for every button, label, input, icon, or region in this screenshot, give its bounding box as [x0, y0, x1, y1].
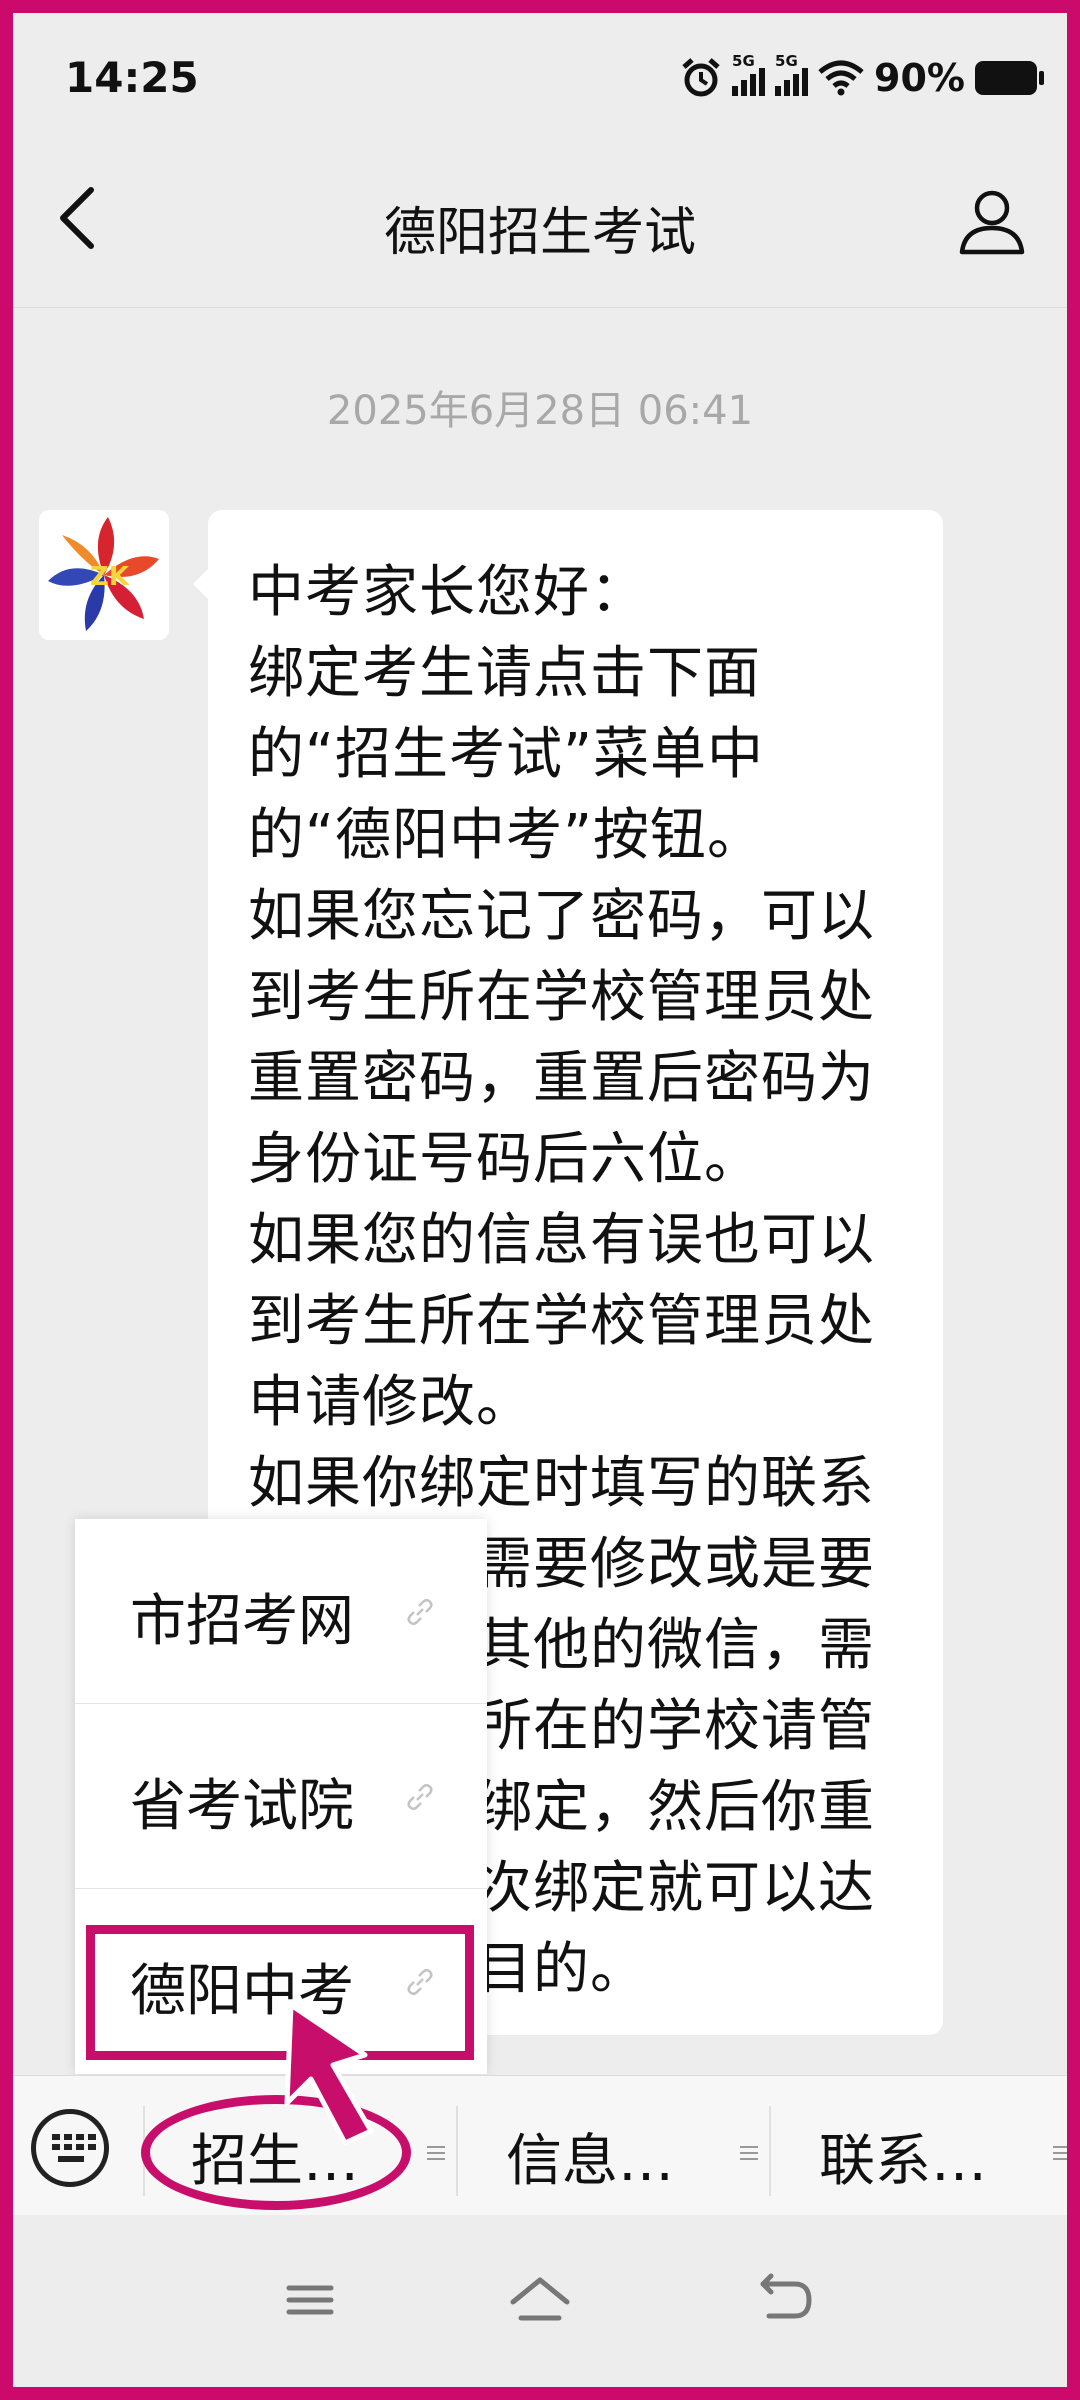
submenu-item[interactable]: 市招考网: [75, 1519, 487, 1704]
back-icon[interactable]: [749, 2270, 819, 2330]
home-icon[interactable]: [505, 2270, 575, 2330]
system-nav-bar: [13, 2215, 1067, 2387]
link-icon: [407, 1783, 433, 1811]
menu-icon[interactable]: [275, 2270, 345, 2330]
page-title: 德阳招生考试: [383, 203, 696, 263]
alarm-icon: [682, 58, 720, 97]
status-time: 14:25: [65, 53, 199, 102]
menu-tab-info[interactable]: 信息…: [458, 2076, 768, 2216]
menu-grip-icon: [740, 2146, 758, 2160]
network-label-1: 5G: [732, 52, 755, 70]
message-paragraph: 如果您忘记了密码，可以到考生所在学校管理员处重置密码，重置后密码为身份证号码后六…: [248, 884, 875, 1192]
annotation-arrow-icon: [284, 2003, 374, 2146]
wifi-icon: [818, 60, 864, 96]
logo-text: ZK: [90, 562, 130, 592]
network-label-2: 5G: [775, 52, 798, 70]
submenu-item-label: 省考试院: [130, 1774, 354, 1839]
submenu-item[interactable]: 省考试院: [75, 1704, 487, 1889]
status-bar: 14:25 5G 5G 90%: [13, 13, 1067, 138]
battery-percent: 90%: [874, 56, 965, 100]
message-paragraph: 中考家长您好：: [248, 560, 647, 625]
menu-tab-contact[interactable]: 联系…: [771, 2076, 1067, 2216]
submenu-item-label: 市招考网: [130, 1589, 354, 1654]
keyboard-icon[interactable]: [31, 2109, 109, 2187]
message-paragraph: 绑定考生请点击下面的“招生考试”菜单中的“德阳中考”按钮。: [248, 641, 765, 868]
bubble-tail: [193, 568, 209, 600]
message-timestamp: 2025年6月28日 06:41: [326, 388, 754, 434]
signal-5g-icon: 5G: [732, 52, 766, 96]
top-nav-bar: 德阳招生考试: [13, 138, 1067, 308]
battery-icon: [975, 61, 1044, 95]
user-icon[interactable]: [957, 186, 1027, 256]
status-icons: 5G 5G 90%: [680, 52, 1044, 103]
menu-grip-icon: [1053, 2146, 1067, 2160]
message-paragraph: 如果您的信息有误也可以到考生所在学校管理员处申请修改。: [248, 1208, 875, 1435]
link-icon: [407, 1598, 433, 1626]
avatar[interactable]: ZK: [39, 510, 169, 640]
screen: 14:25 5G 5G 90% 德阳招生考试 2025年6月28日 06:41 …: [13, 13, 1067, 2387]
signal-5g-icon: 5G: [775, 52, 809, 96]
menu-tab-label: 信息…: [506, 2129, 674, 2194]
menu-grip-icon: [427, 2146, 445, 2160]
logo-icon: ZK: [48, 517, 159, 631]
menu-tab-label: 联系…: [819, 2129, 987, 2194]
